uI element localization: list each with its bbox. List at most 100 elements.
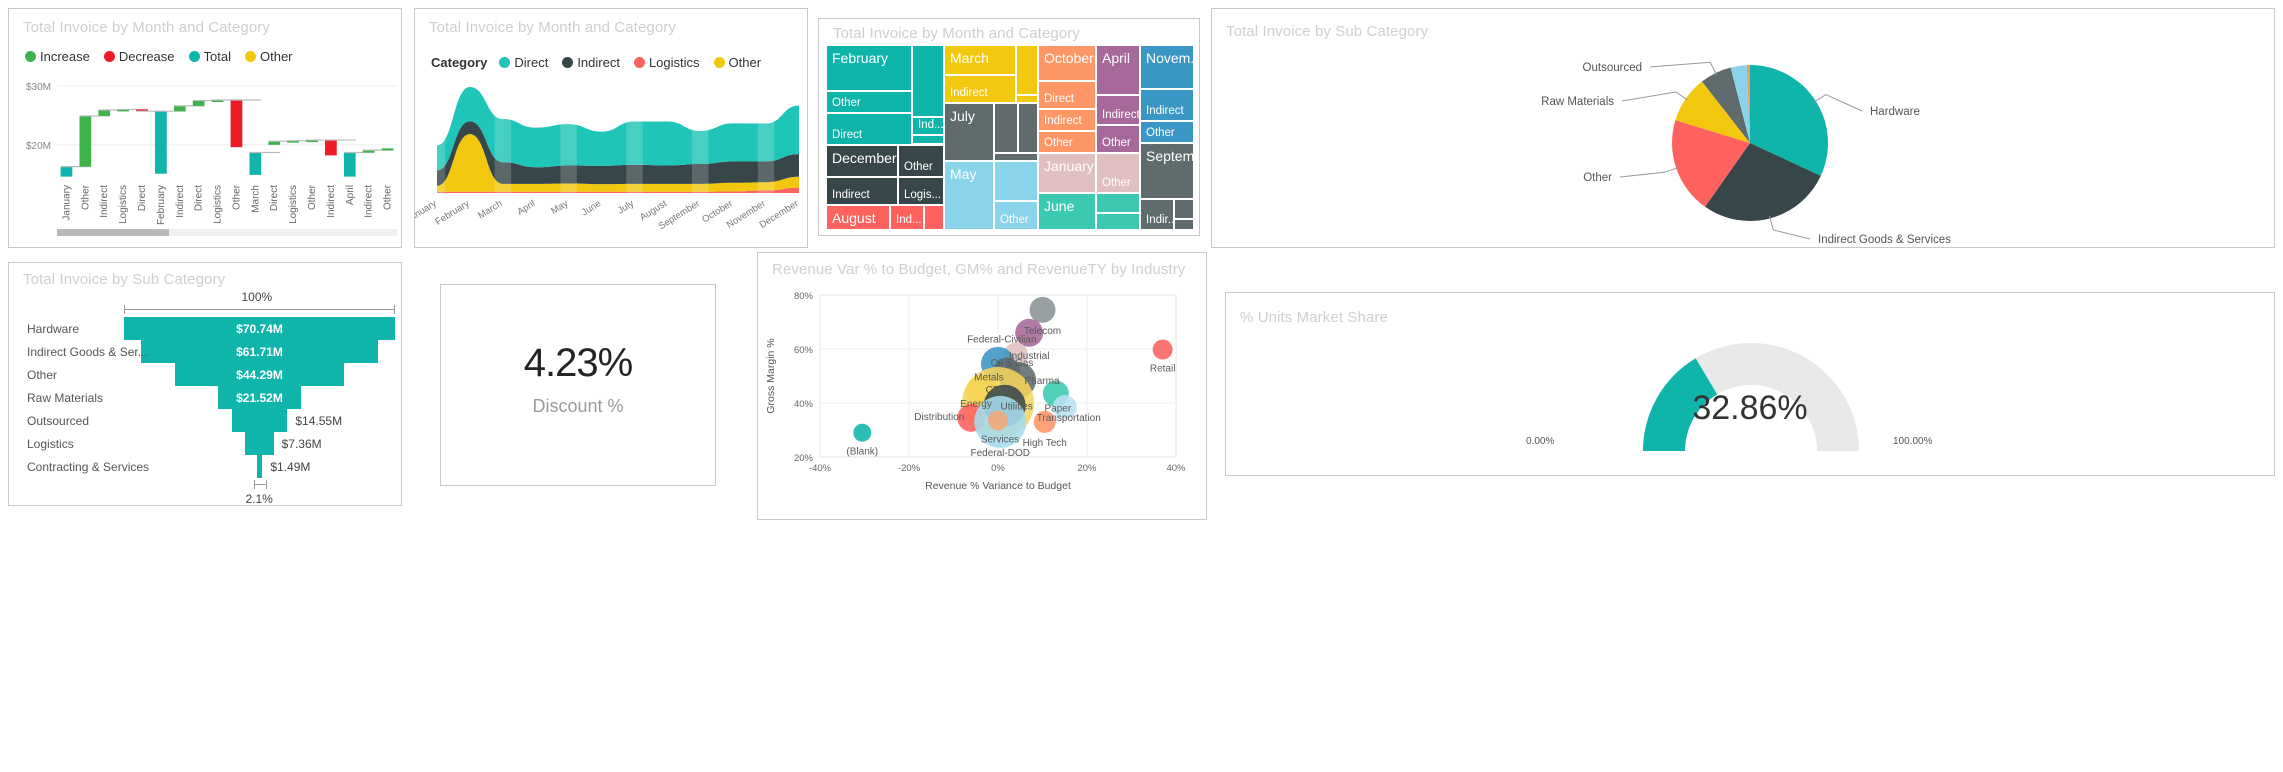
panel-scatter[interactable]: Revenue Var % to Budget, GM% and Revenue… xyxy=(757,252,1207,520)
area-plot[interactable]: JanuaryFebruary March April May June July Augu… xyxy=(415,75,809,245)
legend-item-logistics[interactable]: Logistics xyxy=(633,55,700,70)
treemap-category-label: Direct xyxy=(832,129,863,141)
legend-swatch-indirect xyxy=(562,57,574,68)
funnel-value-label: $14.55M xyxy=(295,414,343,428)
treemap-cell[interactable]: February xyxy=(826,45,912,91)
waterfall-scrollbar-track[interactable] xyxy=(57,229,397,236)
panel-kpi-discount[interactable]: 4.23% Discount % xyxy=(440,284,716,486)
treemap-cell[interactable]: October xyxy=(1038,45,1096,81)
treemap-category-label: Other xyxy=(1146,127,1175,139)
treemap-cell[interactable]: April xyxy=(1096,45,1140,95)
treemap-cell[interactable]: Indir... xyxy=(1140,199,1174,230)
treemap-category-label: Direct xyxy=(1044,93,1075,105)
funnel-value-label: $1.49M xyxy=(270,460,311,474)
treemap-cell[interactable] xyxy=(1096,193,1140,213)
legend-item-indirect[interactable]: Indirect xyxy=(562,55,620,70)
treemap-cell[interactable] xyxy=(994,103,1018,153)
treemap-cell[interactable]: Other xyxy=(1096,125,1140,153)
treemap-cell[interactable]: May xyxy=(944,161,994,230)
panel-title-scatter: Revenue Var % to Budget, GM% and Revenue… xyxy=(772,261,1186,278)
treemap-cell[interactable] xyxy=(912,135,944,144)
funnel-value-label: $44.29M xyxy=(236,368,283,382)
funnel-top-bracket xyxy=(124,309,395,310)
treemap-cell[interactable] xyxy=(994,153,1038,161)
scatter-point-label: Metals xyxy=(974,373,1003,384)
treemap-cell[interactable]: Other xyxy=(1140,121,1194,143)
treemap-category-label: Other xyxy=(1102,137,1131,149)
treemap-cell[interactable] xyxy=(912,45,944,117)
legend-label-indirect: Indirect xyxy=(577,55,620,70)
treemap-cell[interactable] xyxy=(1174,219,1194,230)
treemap-category-label: Other xyxy=(1000,214,1029,226)
waterfall-scrollbar-thumb[interactable] xyxy=(57,229,169,236)
treemap-cell[interactable] xyxy=(924,205,944,230)
panel-funnel[interactable]: Total Invoice by Sub Category 100% Hardwa… xyxy=(8,262,402,506)
treemap-cell[interactable]: Other xyxy=(1038,131,1096,153)
scatter-xlabel: Revenue % Variance to Budget xyxy=(925,480,1071,492)
panel-waterfall[interactable]: Total Invoice by Month and Category Incr… xyxy=(8,8,402,248)
treemap-cell[interactable] xyxy=(1174,199,1194,219)
treemap-cell[interactable]: Novem... xyxy=(1140,45,1194,89)
legend-item-other-area[interactable]: Other xyxy=(713,55,761,70)
scatter-plot[interactable]: 20%40%60%80%-40% -20% 0% 20% 40%Gross Margin… xyxy=(758,279,1208,519)
scatter-xtick: 40% xyxy=(1166,463,1186,474)
treemap-cell[interactable]: July xyxy=(944,103,994,161)
funnel-category-label: Outsourced xyxy=(27,414,90,428)
treemap-cell[interactable] xyxy=(1018,103,1038,153)
waterfall-legend[interactable]: Increase Decrease Total Other xyxy=(25,49,302,64)
treemap-cell[interactable]: June xyxy=(1038,193,1096,230)
treemap-cell[interactable]: December xyxy=(826,145,898,177)
treemap-cell[interactable]: Ind... xyxy=(890,205,924,230)
treemap-cell[interactable]: Other xyxy=(994,201,1038,230)
treemap-cell[interactable]: January xyxy=(1038,153,1096,193)
scatter-xtick: -40% xyxy=(809,463,832,474)
treemap-cell[interactable] xyxy=(1016,45,1038,95)
treemap-cell[interactable]: August xyxy=(826,205,890,230)
funnel-bracket-tick xyxy=(394,305,395,314)
treemap-cell[interactable]: Septem... xyxy=(1140,143,1194,199)
treemap-cell[interactable]: Other xyxy=(898,145,944,177)
treemap-cell[interactable] xyxy=(1096,213,1140,230)
panel-title-gauge: % Units Market Share xyxy=(1240,309,1388,326)
pie-plot[interactable]: Hardware Indirect Goods & Services Other Ra… xyxy=(1212,43,2276,248)
funnel-bar[interactable] xyxy=(231,409,288,432)
treemap-category-label: Indirect xyxy=(832,189,870,201)
treemap-cell[interactable]: Indirect xyxy=(1038,109,1096,131)
panel-treemap[interactable]: Total Invoice by Month and Category Febr… xyxy=(818,18,1200,236)
funnel-plot[interactable]: 100% Hardware $70.74M Indirect Goods & Ser.… xyxy=(9,285,403,506)
treemap-cell[interactable] xyxy=(1016,95,1038,103)
legend-item-decrease[interactable]: Decrease xyxy=(103,49,175,64)
treemap-cell[interactable] xyxy=(994,161,1038,201)
legend-item-total[interactable]: Total xyxy=(188,49,231,64)
panel-title-waterfall: Total Invoice by Month and Category xyxy=(23,19,270,36)
treemap-cell[interactable]: Other xyxy=(826,91,912,113)
treemap-cell[interactable]: Indirect xyxy=(1140,89,1194,121)
legend-item-other[interactable]: Other xyxy=(244,49,293,64)
legend-item-direct[interactable]: Direct xyxy=(499,55,548,70)
panel-title-pie: Total Invoice by Sub Category xyxy=(1226,23,1429,40)
panel-pie[interactable]: Total Invoice by Sub Category Hardware In… xyxy=(1211,8,2275,248)
scatter-bubble xyxy=(1029,296,1056,323)
scatter-point-label: Distribution xyxy=(914,412,964,423)
treemap-cell[interactable]: Direct xyxy=(826,113,912,145)
treemap-cell[interactable]: Other xyxy=(1096,153,1140,193)
treemap-plot[interactable]: February Other Direct Ind... December Other In… xyxy=(826,45,1194,230)
legend-swatch-total xyxy=(188,51,200,62)
waterfall-xtick: Logistics xyxy=(213,185,224,224)
treemap-cell[interactable]: Ind... xyxy=(912,117,944,135)
panel-gauge[interactable]: % Units Market Share 32.86% 0.00% 100.00… xyxy=(1225,292,2275,476)
legend-label-direct: Direct xyxy=(514,55,549,70)
waterfall-plot[interactable]: $20M $30M January Other Indirect Logistics Dir… xyxy=(9,67,403,242)
treemap-cell[interactable]: Indirect xyxy=(826,177,898,205)
legend-item-increase[interactable]: Increase xyxy=(25,49,90,64)
funnel-bar[interactable] xyxy=(256,455,263,478)
treemap-cell[interactable]: Logis... xyxy=(898,177,944,205)
funnel-bar[interactable] xyxy=(245,432,274,455)
treemap-category-label: Ind... xyxy=(918,119,944,131)
panel-area[interactable]: Total Invoice by Month and Category Cate… xyxy=(414,8,808,248)
area-legend[interactable]: Category Direct Indirect Logistics Other xyxy=(431,55,770,70)
treemap-cell[interactable]: Indirect xyxy=(944,75,1016,103)
treemap-cell[interactable]: Indirect xyxy=(1096,95,1140,125)
treemap-cell[interactable]: March xyxy=(944,45,1016,75)
treemap-cell[interactable]: Direct xyxy=(1038,81,1096,109)
